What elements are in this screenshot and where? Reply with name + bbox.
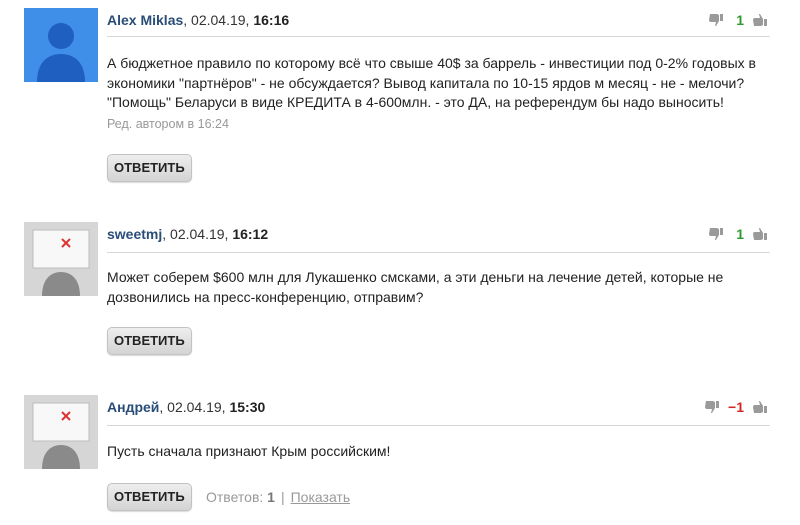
comment-item: Alex Miklas, 02.04.19, 16:16 1 А бюджетн… xyxy=(0,8,800,188)
comment-divider xyxy=(107,252,770,253)
comment-item: sweetmj, 02.04.19, 16:12 1 Может соберем… xyxy=(0,222,800,362)
comment-time: 15:30 xyxy=(229,399,266,415)
comment-score: 1 xyxy=(736,226,744,242)
comment-author[interactable]: sweetmj xyxy=(107,226,162,242)
thumb-down-icon[interactable] xyxy=(708,12,724,28)
comment-time: 16:12 xyxy=(232,226,269,242)
replies-count: 1 xyxy=(267,489,275,505)
comment-date: , 02.04.19, xyxy=(159,399,230,415)
thumb-down-icon[interactable] xyxy=(704,399,720,415)
comment-author[interactable]: Андрей xyxy=(107,399,159,415)
reply-button[interactable]: ОТВЕТИТЬ xyxy=(107,483,192,511)
thumb-up-icon[interactable] xyxy=(752,399,768,415)
reply-button[interactable]: ОТВЕТИТЬ xyxy=(107,154,192,182)
thumb-up-icon[interactable] xyxy=(752,12,768,28)
show-replies-link[interactable]: Показать xyxy=(291,489,351,505)
reply-button[interactable]: ОТВЕТИТЬ xyxy=(107,327,192,355)
comment-rating: −1 xyxy=(704,395,768,419)
thumb-up-icon[interactable] xyxy=(752,226,768,242)
replies-separator: | xyxy=(280,489,285,505)
comment-header: Андрей, 02.04.19, 15:30 −1 xyxy=(0,395,800,419)
comment-score: −1 xyxy=(728,399,744,415)
comment-header: sweetmj, 02.04.19, 16:12 1 xyxy=(0,222,800,246)
comment-divider xyxy=(107,36,770,37)
comment-text: Может соберем $600 млн для Лукашенко смс… xyxy=(107,269,724,305)
comment-time: 16:16 xyxy=(253,12,290,28)
comment-header: Alex Miklas, 02.04.19, 16:16 1 xyxy=(0,8,800,32)
comment-item: Андрей, 02.04.19, 15:30 −1 Пусть сначала… xyxy=(0,395,800,525)
comment-date: , 02.04.19, xyxy=(162,226,233,242)
comment-text: Пусть сначала признают Крым российским! xyxy=(107,443,391,459)
comment-date: , 02.04.19, xyxy=(183,12,254,28)
comment-text: А бюджетное правило по которому всё что … xyxy=(107,55,756,110)
comment-score: 1 xyxy=(736,12,744,28)
replies-label: Ответов: xyxy=(206,489,268,505)
comment-divider xyxy=(107,425,770,426)
comment-rating: 1 xyxy=(708,8,768,32)
comment-rating: 1 xyxy=(708,222,768,246)
replies-info: Ответов: 1 | Показать xyxy=(206,487,350,507)
comment-author[interactable]: Alex Miklas xyxy=(107,12,183,28)
comment-edited-note: Ред. автором в 16:24 xyxy=(107,117,229,131)
thumb-down-icon[interactable] xyxy=(708,226,724,242)
